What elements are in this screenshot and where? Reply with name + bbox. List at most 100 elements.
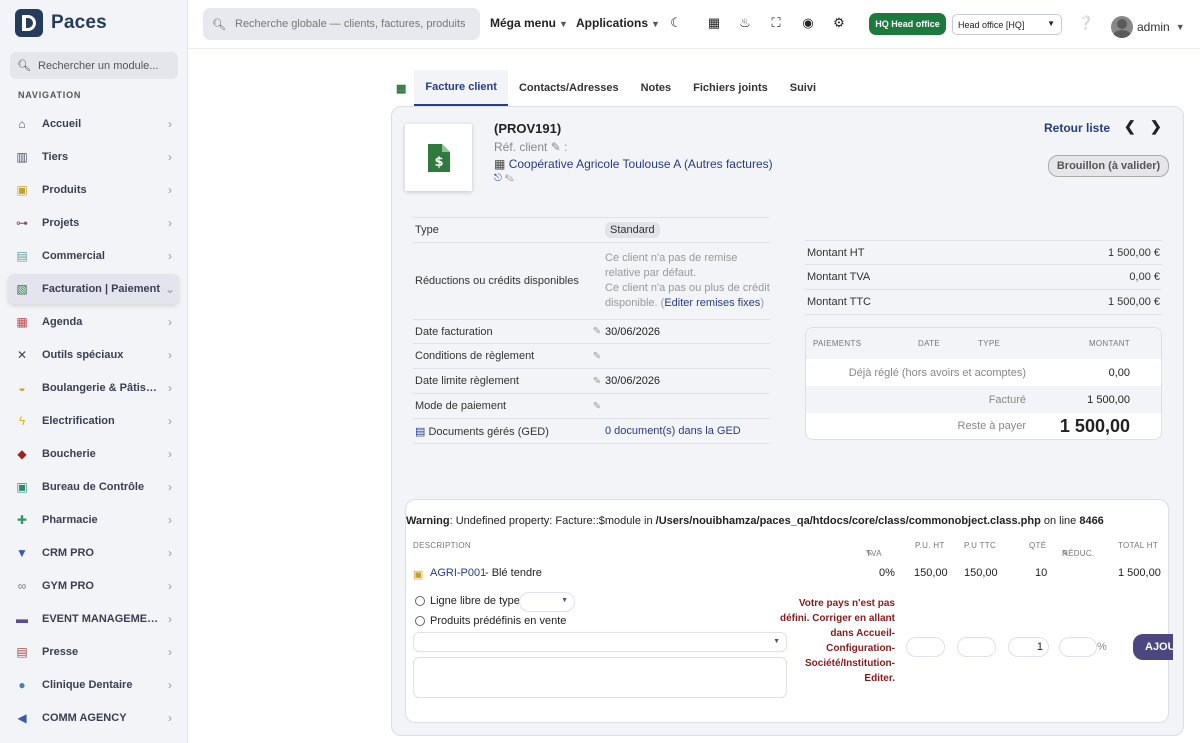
tab-contacts[interactable]: Contacts/Adresses	[508, 70, 630, 106]
sidebar-item-label: Tiers	[42, 151, 69, 163]
global-search-input[interactable]: 🔍︎ Recherche globale — clients, factures…	[203, 8, 480, 40]
amount-label: Montant HT	[807, 246, 865, 259]
pencil-icon[interactable]: ✎	[505, 173, 514, 184]
add-line-button[interactable]: AJOUTER	[1133, 634, 1173, 660]
radio-predefined[interactable]	[415, 616, 425, 627]
radio-free-line[interactable]	[415, 596, 425, 607]
sidebar-item-event-management[interactable]: ▬ EVENT MANAGEMENT ›	[8, 604, 179, 634]
pencil-icon[interactable]: ✎	[589, 376, 605, 387]
free-line-option[interactable]: Ligne libre de type	[415, 595, 520, 607]
tab-notes[interactable]: Notes	[630, 70, 683, 106]
dashboard-grid-icon[interactable]: ▦	[705, 15, 723, 33]
event-icon: ▬	[16, 612, 28, 626]
svg-text:$: $	[434, 155, 443, 170]
col-header: TYPE	[978, 339, 1001, 348]
tab-fichiers-joints[interactable]: Fichiers joints	[682, 70, 779, 106]
pencil-icon[interactable]: ✎	[589, 351, 605, 362]
other-invoices-link[interactable]: (Autres factures)	[684, 157, 773, 171]
sidebar-item-electrification[interactable]: ϟ Electrification ›	[8, 406, 179, 436]
sidebar-item-boucherie[interactable]: ◆ Boucherie ›	[8, 439, 179, 469]
sidebar-item-tiers[interactable]: ▥ Tiers ›	[8, 142, 179, 172]
amount-label: Montant TVA	[807, 271, 871, 283]
sidebar-item-pharmacie[interactable]: ✚ Pharmacie ›	[8, 505, 179, 535]
product-link[interactable]: AGRI-P001	[430, 567, 486, 579]
sidebar-item-presse[interactable]: ▤ Presse ›	[8, 637, 179, 667]
user-menu[interactable]: admin ▼	[1111, 16, 1185, 38]
chevron-right-icon: ›	[168, 216, 172, 230]
col-header: P.U. HT	[915, 541, 945, 550]
sidebar-item-commercial[interactable]: ▤ Commercial ›	[8, 241, 179, 271]
warning-path: /Users/nouibhamza/paces_qa/htdocs/core/c…	[655, 515, 1041, 527]
help-icon[interactable]: ❔	[1077, 15, 1095, 33]
due-row: Reste à payer 1 500,00	[806, 413, 1161, 439]
ged-link[interactable]: 0 document(s) dans la GED	[605, 425, 770, 437]
pencil-icon[interactable]: ✎	[1062, 549, 1069, 558]
paid-value: 0,00	[1108, 366, 1130, 379]
payments-header: PAIEMENTS DATE TYPE MONTANT	[806, 328, 1161, 359]
sidebar-item-produits[interactable]: ▣ Produits ›	[8, 175, 179, 205]
line-pu-ht: 150,00	[914, 567, 948, 579]
dumbbell-icon: ∞	[17, 579, 27, 593]
qty-input[interactable]: 1	[1008, 637, 1049, 657]
field-mode-paiement: Mode de paiement ✎	[413, 394, 770, 419]
sidebar-item-comm-agency[interactable]: ◀ COMM AGENCY ›	[8, 703, 179, 733]
thirdparty-link[interactable]: Coopérative Agricole Toulouse A	[509, 157, 681, 171]
pu-ttc-input[interactable]	[957, 637, 996, 657]
sidebar-item-label: Boulangerie & Pâtisserie	[42, 382, 161, 394]
palette-icon[interactable]: ◉	[799, 15, 817, 33]
back-to-list-link[interactable]: Retour liste	[1044, 121, 1110, 135]
bell-icon[interactable]: ♨	[736, 15, 754, 33]
sidebar-item-boulangerie-p-tisserie[interactable]: ◒ Boulangerie & Pâtisserie ›	[8, 373, 179, 403]
chevron-down-icon: ▼	[1047, 19, 1055, 28]
tab-bar: ▩ Facture client Contacts/Adresses Notes…	[388, 70, 827, 106]
chevron-left-icon[interactable]: ❮	[1124, 118, 1136, 135]
sidebar-item-accueil[interactable]: ⌂ Accueil ›	[8, 109, 179, 139]
chevron-right-icon[interactable]: ❯	[1150, 118, 1162, 135]
line-total: 1 500,00	[1118, 567, 1161, 579]
invoice-ref: (PROV191)	[494, 121, 562, 136]
line-type-select[interactable]: ▼	[519, 592, 575, 612]
app-logo[interactable]: Paces	[15, 9, 107, 37]
book-icon: ▤	[415, 425, 426, 438]
pencil-icon[interactable]: ✎	[589, 326, 605, 337]
payments-table: PAIEMENTS DATE TYPE MONTANT Déjà réglé (…	[805, 327, 1162, 440]
project-link-icon[interactable]: ⎋	[494, 173, 502, 184]
mega-menu[interactable]: Méga menu ▼	[490, 16, 568, 30]
field-label: Date limite règlement	[415, 375, 519, 387]
sidebar-item-crm-pro[interactable]: ▼ CRM PRO ›	[8, 538, 179, 568]
tab-facture-client[interactable]: Facture client	[414, 70, 508, 106]
sidebar-item-clinique-dentaire[interactable]: ● Clinique Dentaire ›	[8, 670, 179, 700]
description-textarea[interactable]	[413, 657, 787, 698]
gear-icon[interactable]: ⚙	[830, 15, 848, 33]
field-date-limite: Date limite règlement ✎ 30/06/2026	[413, 369, 770, 394]
sidebar-item-facturation-paiement[interactable]: ▧ Facturation | Paiement ⌄	[8, 274, 179, 304]
pencil-icon[interactable]: ✎	[551, 140, 561, 154]
applications-menu[interactable]: Applications ▼	[576, 16, 660, 30]
predefined-option[interactable]: Produits prédéfinis en vente	[415, 615, 566, 627]
module-search-input[interactable]: 🔍︎ Rechercher un module...	[10, 52, 178, 79]
col-header: MONTANT	[1088, 339, 1130, 348]
sidebar-item-gym-pro[interactable]: ∞ GYM PRO ›	[8, 571, 179, 601]
product-select[interactable]: ▼	[413, 632, 787, 652]
edit-remises-link[interactable]: Editer remises fixes	[664, 297, 760, 309]
field-label: Conditions de règlement	[415, 350, 535, 362]
sidebar-item-agenda[interactable]: ▦ Agenda ›	[8, 307, 179, 337]
dark-mode-icon[interactable]: ☾	[667, 15, 685, 33]
fullscreen-icon[interactable]: ⛶	[767, 15, 785, 33]
global-search-placeholder: Recherche globale — clients, factures, p…	[235, 18, 465, 30]
module-search-placeholder: Rechercher un module...	[38, 59, 159, 72]
sidebar-item-projets[interactable]: ⊶ Projets ›	[8, 208, 179, 238]
sidebar-item-outils-sp-ciaux[interactable]: ✕ Outils spéciaux ›	[8, 340, 179, 370]
sidebar-item-label: Facturation | Paiement	[42, 283, 160, 295]
chevron-right-icon: ›	[168, 513, 172, 527]
reduc-input[interactable]	[1059, 637, 1097, 657]
chevron-down-icon: ▼	[559, 19, 568, 29]
warning-text: : Undefined property: Facture::$module i…	[449, 515, 656, 527]
tab-suivi[interactable]: Suivi	[779, 70, 827, 106]
sidebar-item-label: COMM AGENCY	[42, 712, 127, 724]
pu-ht-input[interactable]	[906, 637, 945, 657]
sidebar-item-bureau-de-contr-le[interactable]: ▣ Bureau de Contrôle ›	[8, 472, 179, 502]
entity-select[interactable]: Head office [HQ] ▼	[952, 14, 1062, 35]
pencil-icon[interactable]: ✎	[866, 549, 873, 558]
pencil-icon[interactable]: ✎	[589, 401, 605, 412]
